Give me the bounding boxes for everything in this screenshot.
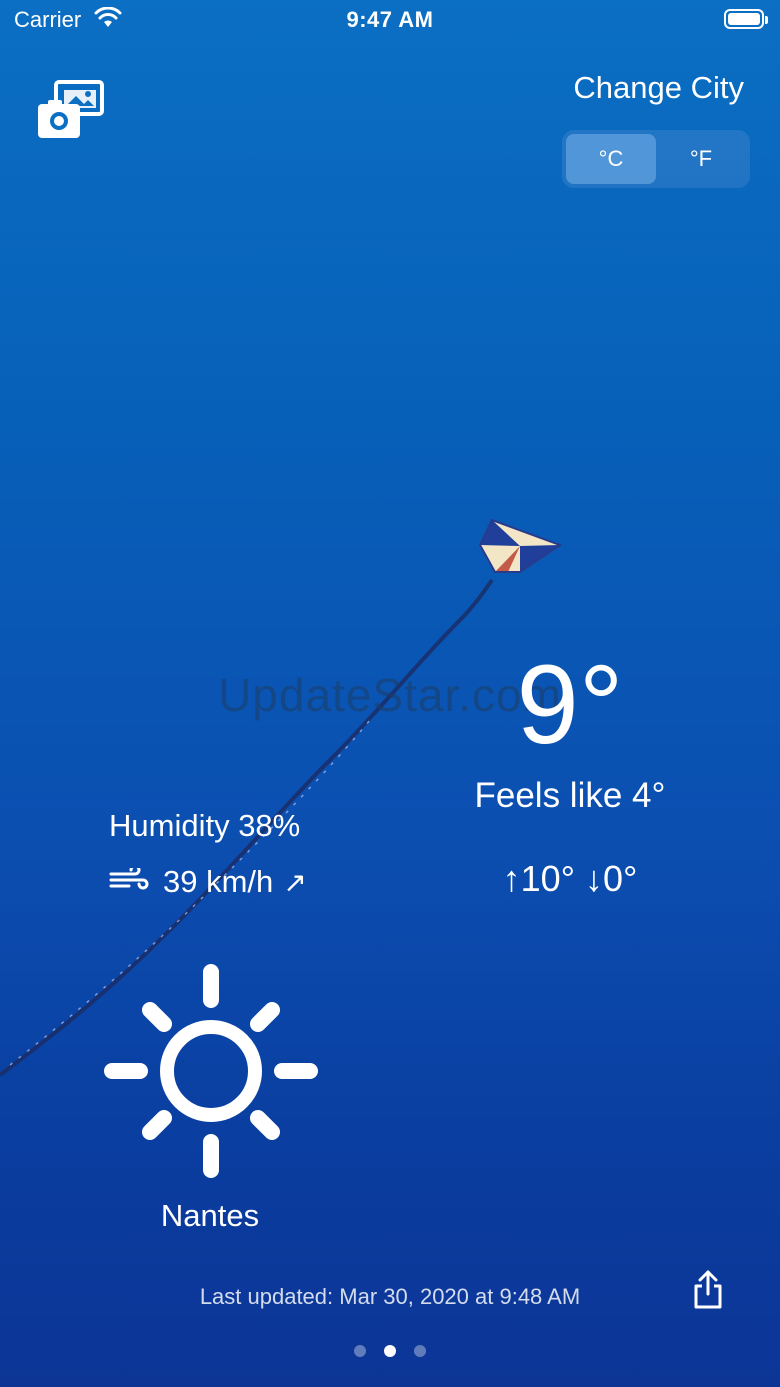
photo-library-icon[interactable]	[36, 78, 108, 142]
sun-icon	[102, 962, 320, 1180]
status-bar: Carrier 9:47 AM	[0, 0, 780, 40]
page-dot[interactable]	[414, 1345, 426, 1357]
wind-icon	[109, 864, 149, 900]
battery-icon	[724, 9, 768, 29]
celsius-option[interactable]: °C	[566, 134, 656, 184]
fahrenheit-option[interactable]: °F	[656, 134, 746, 184]
high-low-temperature: ↑10° ↓0°	[502, 858, 638, 899]
weather-screen: Carrier 9:47 AM Change City °C °F Update…	[0, 0, 780, 1387]
page-indicator[interactable]	[0, 1345, 780, 1357]
city-name: Nantes	[160, 1198, 260, 1233]
page-dot[interactable]	[354, 1345, 366, 1357]
clock-time: 9:47 AM	[346, 7, 434, 32]
page-dot-active[interactable]	[384, 1345, 396, 1357]
wind-speed: 39 km/h	[163, 864, 274, 899]
unit-toggle: °C °F	[562, 130, 750, 188]
share-icon[interactable]	[692, 1270, 724, 1310]
last-updated-label: Last updated: Mar 30, 2020 at 9:48 AM	[199, 1284, 581, 1309]
humidity-label: Humidity 38%	[109, 808, 301, 843]
feels-like-label: Feels like 4°	[474, 776, 666, 815]
change-city-button[interactable]: Change City	[573, 70, 744, 106]
current-temperature: 9°	[516, 642, 624, 767]
wind-info: 39 km/h ↗	[109, 864, 307, 900]
wind-direction-icon: ↗	[283, 866, 307, 898]
